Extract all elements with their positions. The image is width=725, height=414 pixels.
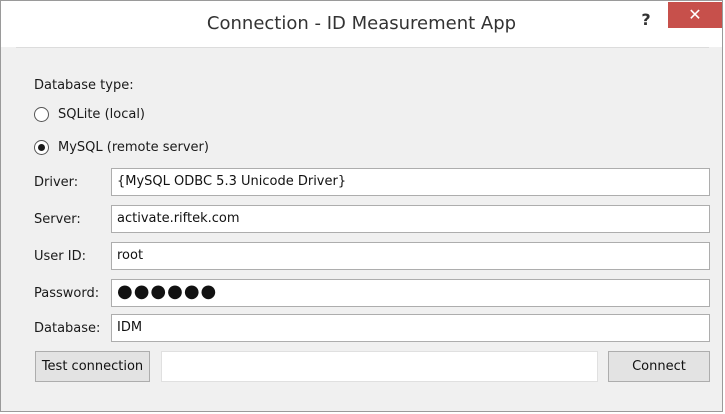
database-type-label: Database type:: [34, 78, 134, 93]
server-label: Server:: [34, 212, 81, 227]
server-field[interactable]: activate.riftek.com: [111, 205, 710, 233]
help-button[interactable]: ?: [634, 9, 658, 31]
password-field[interactable]: ●●●●●●: [111, 279, 710, 307]
close-icon: ✕: [688, 5, 702, 24]
driver-field[interactable]: {MySQL ODBC 5.3 Unicode Driver}: [111, 168, 710, 196]
user-id-field[interactable]: root: [111, 242, 710, 270]
radio-sqlite-label[interactable]: SQLite (local): [58, 107, 145, 122]
radio-mysql-label[interactable]: MySQL (remote server): [58, 140, 209, 155]
database-label: Database:: [34, 321, 101, 336]
close-button[interactable]: ✕: [668, 2, 722, 28]
driver-label: Driver:: [34, 175, 79, 190]
database-field[interactable]: IDM: [111, 314, 710, 342]
connection-status: [161, 351, 598, 382]
window-title: Connection - ID Measurement App: [206, 13, 517, 34]
radio-mysql-indicator[interactable]: [34, 140, 49, 155]
user-id-label: User ID:: [34, 249, 86, 264]
dialog-body: Database type: SQLite (local) MySQL (rem…: [16, 47, 710, 402]
radio-sqlite-indicator[interactable]: [34, 107, 49, 122]
connect-button[interactable]: Connect: [608, 351, 710, 382]
password-label: Password:: [34, 286, 100, 301]
connection-dialog: Connection - ID Measurement App ? ✕ Data…: [0, 0, 723, 412]
title-bar[interactable]: Connection - ID Measurement App ? ✕: [1, 1, 722, 47]
test-connection-button[interactable]: Test connection: [35, 351, 150, 382]
